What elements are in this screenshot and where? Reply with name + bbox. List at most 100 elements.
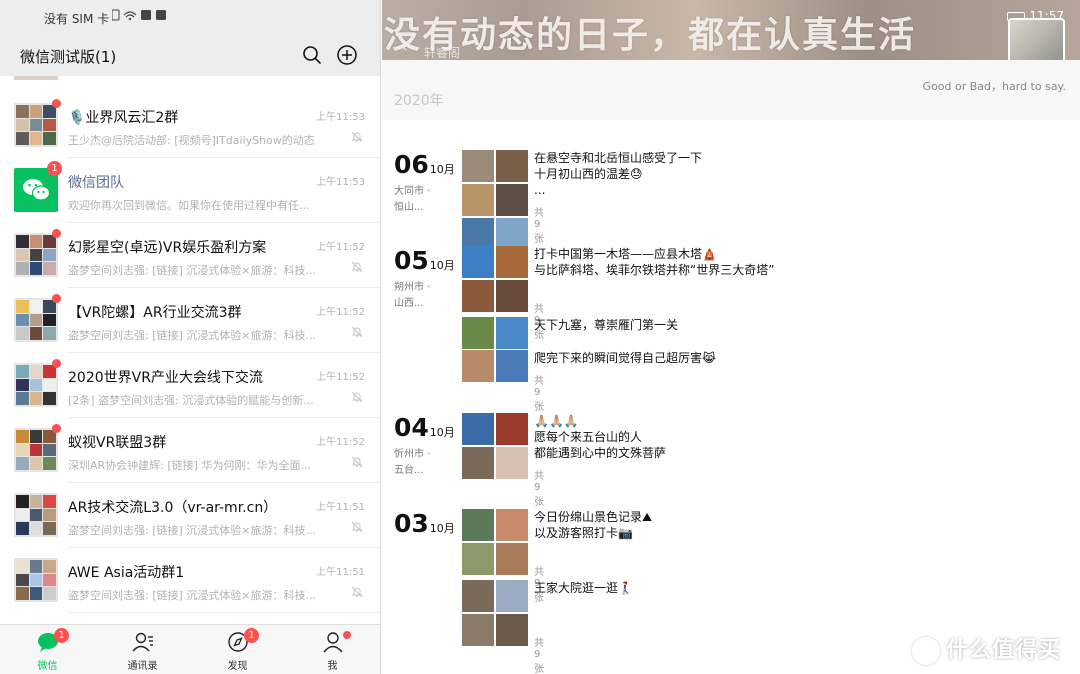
post-text: 爬完下来的瞬间觉得自己超厉害😹 xyxy=(534,351,717,365)
tab-dot xyxy=(343,631,351,639)
chat-row[interactable]: 幻影星空(卓远)VR娱乐盈利方案 盗梦空间刘志强: [链接] 沉浸式体验×旅游：… xyxy=(0,223,380,288)
chat-row[interactable]: 2020世界VR产业大会线下交流 [2条] 盗梦空间刘志强: 沉浸式体验的赋能与… xyxy=(0,353,380,418)
date-label: 0410月 xyxy=(394,413,455,442)
photo-grid xyxy=(462,509,528,575)
chat-preview: 王少杰@后院活动部: [视频号]ITdailyShow的动态 xyxy=(68,134,315,147)
post-text: 王家大院逛一逛🚶‍♀️ xyxy=(534,581,633,595)
chat-row[interactable]: 1 微信团队 欢迎你再次回到微信。如果你在使用过程中有任... 上午11:53 xyxy=(0,158,380,223)
photo-count: 共9张 xyxy=(534,208,544,245)
chat-name: 蚁视VR联盟3群 xyxy=(68,435,167,451)
unread-dot xyxy=(52,359,61,368)
mute-bell-icon xyxy=(351,391,363,403)
mute-bell-icon xyxy=(351,131,363,143)
group-avatar xyxy=(14,103,58,147)
group-avatar xyxy=(14,363,58,407)
photo-count: 共9张 xyxy=(534,376,544,413)
tab-badge: 1 xyxy=(244,628,259,643)
chat-name: 微信团队 xyxy=(68,175,124,191)
chat-name: 2020世界VR产业大会线下交流 xyxy=(68,370,263,386)
photo-count: 共9张 xyxy=(534,471,544,508)
mute-bell-icon xyxy=(351,521,363,533)
status-icons xyxy=(111,9,174,24)
chat-time: 上午11:52 xyxy=(316,372,365,383)
group-avatar xyxy=(14,233,58,277)
signal-wifi-icons xyxy=(111,9,166,21)
status-bar: 没有 SIM 卡 xyxy=(0,0,380,34)
chat-preview: 盗梦空间刘志强: [链接] 沉浸式体验×旅游：科技... xyxy=(68,329,316,342)
profile-header: 2020年 Good or Bad，hard to say. xyxy=(382,60,1080,120)
chat-preview: 盗梦空间刘志强: [链接] 沉浸式体验×旅游：科技... xyxy=(68,264,316,277)
group-avatar xyxy=(14,428,58,472)
add-icon[interactable] xyxy=(336,44,358,66)
cover-photo[interactable]: 没有动态的日子，都在认真生活 ‹ 轩睿阁 11:57 xyxy=(382,0,1080,60)
chat-list: 🎙️业界风云汇2群 王少杰@后院活动部: [视频号]ITdailyShow的动态… xyxy=(0,76,380,624)
location: 忻州市 · 五台... xyxy=(394,449,431,476)
photo-grid xyxy=(462,317,528,349)
group-avatar xyxy=(14,558,58,602)
contacts-icon xyxy=(132,632,153,652)
profile-signature: Good or Bad，hard to say. xyxy=(922,80,1066,93)
post-text: 天下九塞，尊崇雁门第一关 xyxy=(534,318,679,332)
unread-dot xyxy=(52,229,61,238)
tab-me[interactable]: 我 xyxy=(285,625,380,674)
photo-grid xyxy=(462,413,528,479)
chat-time: 上午11:52 xyxy=(316,242,365,253)
chat-preview: 盗梦空间刘志强: [链接] 沉浸式体验×旅游：科技... xyxy=(68,589,316,602)
post-text: 在悬空寺和北岳恒山感受了一下 十月初山西的温差😓 ... xyxy=(534,151,703,197)
profile-name: 轩睿阁 xyxy=(424,46,461,60)
mute-bell-icon xyxy=(351,586,363,598)
chat-preview: 盗梦空间刘志强: [链接] 沉浸式体验×旅游：科技... xyxy=(68,524,316,537)
year-label: 2020年 xyxy=(394,93,444,109)
divider xyxy=(68,612,380,613)
tab-label: 发现 xyxy=(227,661,248,672)
chat-time: 上午11:53 xyxy=(316,177,365,188)
tab-badge: 1 xyxy=(54,628,69,643)
chat-row[interactable]: 【VR陀螺】AR行业交流3群 盗梦空间刘志强: [链接] 沉浸式体验×旅游：科技… xyxy=(0,288,380,353)
tab-discover[interactable]: 1 发现 xyxy=(190,625,285,674)
photo-grid xyxy=(462,246,528,312)
mute-bell-icon xyxy=(351,456,363,468)
chat-time: 上午11:52 xyxy=(316,437,365,448)
bottom-tab-bar: 1 微信 通讯录 1 发现 我 xyxy=(0,624,380,674)
chat-row[interactable]: AR技术交流L3.0（vr-ar-mr.cn） 盗梦空间刘志强: [链接] 沉浸… xyxy=(0,483,380,548)
chat-time: 上午11:51 xyxy=(316,502,365,513)
tab-label: 我 xyxy=(327,661,338,672)
tab-chats[interactable]: 1 微信 xyxy=(0,625,95,674)
photo-grid xyxy=(462,350,528,382)
search-icon[interactable] xyxy=(301,44,323,66)
chat-row[interactable]: 蚁视VR联盟3群 深圳AR协会钟建辉: [链接] 华为何刚：华为全面... 上午… xyxy=(0,418,380,483)
chat-name: 🎙️业界风云汇2群 xyxy=(68,110,179,126)
tab-label: 通讯录 xyxy=(127,661,158,672)
person-icon xyxy=(323,632,343,653)
chat-time: 上午11:52 xyxy=(316,307,365,318)
photo-grid xyxy=(462,580,528,646)
back-arrow-icon[interactable]: ‹ xyxy=(402,40,408,56)
watermark: 什么值得买 xyxy=(912,632,1061,665)
cover-text: 没有动态的日子，都在认真生活 xyxy=(384,15,917,56)
date-label: 0610月 xyxy=(394,150,455,179)
chat-preview: [2条] 盗梦空间刘志强: 沉浸式体验的赋能与创新... xyxy=(68,394,314,407)
wechat-logo-icon xyxy=(23,179,51,201)
chat-preview: 深圳AR协会钟建辉: [链接] 华为何刚：华为全面... xyxy=(68,459,311,472)
chat-time: 上午11:53 xyxy=(316,112,365,123)
unread-dot xyxy=(52,424,61,433)
post-text: 🙏🏼🙏🏼🙏🏼 愿每个来五台山的人 都能遇到心中的文殊菩萨 xyxy=(534,414,667,460)
chat-name: AR技术交流L3.0（vr-ar-mr.cn） xyxy=(68,500,278,516)
mute-bell-icon xyxy=(351,326,363,338)
group-avatar xyxy=(14,298,58,342)
location: 朔州市 · 山西... xyxy=(394,282,431,309)
tab-contacts[interactable]: 通讯录 xyxy=(95,625,190,674)
group-avatar xyxy=(14,493,58,537)
date-label: 0310月 xyxy=(394,509,455,538)
chat-preview: 欢迎你再次回到微信。如果你在使用过程中有任... xyxy=(68,199,310,212)
unread-dot xyxy=(52,294,61,303)
mute-bell-icon xyxy=(351,261,363,273)
chat-row[interactable]: AWE Asia活动群1 盗梦空间刘志强: [链接] 沉浸式体验×旅游：科技..… xyxy=(0,548,380,613)
nav-bar: 微信测试版(1) xyxy=(0,34,380,76)
unread-dot xyxy=(52,99,61,108)
chat-row[interactable]: 🎙️业界风云汇2群 王少杰@后院活动部: [视频号]ITdailyShow的动态… xyxy=(0,93,380,158)
location: 大同市 · 恒山... xyxy=(394,186,431,213)
unread-count-badge: 1 xyxy=(47,161,62,176)
nav-title: 微信测试版(1) xyxy=(20,48,117,66)
chat-time: 上午11:51 xyxy=(316,567,365,578)
